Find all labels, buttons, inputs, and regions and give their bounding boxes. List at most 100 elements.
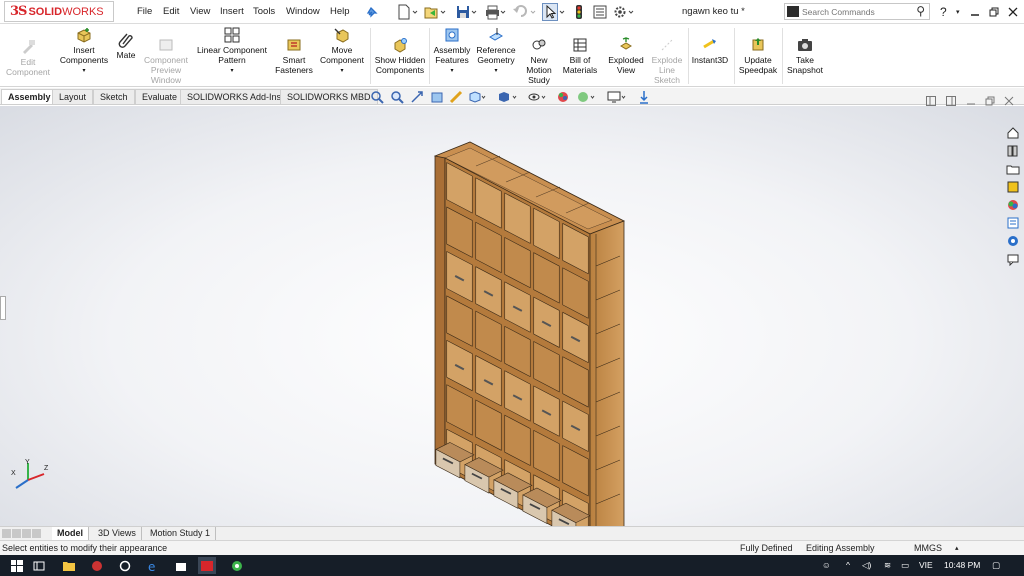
search-icon[interactable]: ⚲ [916,4,925,18]
tab-evaluate[interactable]: Evaluate [135,89,185,104]
graphics-area[interactable]: Y X Z [0,106,1024,526]
rebuild-traffic-light-icon[interactable] [573,3,585,21]
tab-solidworks-mbd[interactable]: SOLIDWORKS MBD [280,89,378,104]
dynamic-annotation-icon[interactable] [449,89,463,105]
cabinet-3d-model[interactable] [0,106,1024,526]
clock[interactable]: 10:48 PM [944,560,980,570]
view-orientation-icon[interactable] [468,89,486,105]
assembly-features-dropdown-chevron-icon[interactable]: ▾ [450,66,453,76]
document-tile-icon[interactable] [926,96,936,108]
edit-appearance-icon[interactable] [556,89,574,105]
view-palette-icon[interactable] [1004,178,1022,195]
hide-show-items-icon[interactable] [527,89,549,105]
menu-insert[interactable]: Insert [220,6,244,17]
pin-icon[interactable] [366,3,378,21]
document-tile-right-icon[interactable] [946,96,956,108]
store-icon[interactable] [172,557,190,574]
display-style-icon[interactable] [497,89,521,105]
chrome-like-app-icon[interactable] [228,557,246,574]
insert-components-dropdown-chevron-icon[interactable]: ▾ [82,66,85,76]
bill-of-materials-button[interactable]: Bill of Materials [560,37,600,75]
minimize-window-icon[interactable] [970,3,980,21]
input-language[interactable]: VIE [919,560,933,570]
zoom-to-fit-icon[interactable] [370,89,384,105]
smart-fasteners-button[interactable]: Smart Fasteners [272,37,316,75]
take-snapshot-button[interactable]: Take Snapshot [784,37,826,75]
file-explorer-icon[interactable] [60,557,78,574]
notifications-icon[interactable]: ▢ [992,560,1000,571]
show-hidden-components-button[interactable]: Show Hidden Components [373,37,427,75]
tab-sketch[interactable]: Sketch [93,89,135,104]
move-component-button[interactable]: Move Component ▾ [318,27,366,76]
network-wifi-icon[interactable]: ≋ [884,560,891,571]
previous-view-icon[interactable] [410,89,424,105]
tab-solidworks-add-ins[interactable]: SOLIDWORKS Add-Ins [180,89,289,104]
search-commands-box[interactable]: ⚲ [784,3,930,20]
menu-file[interactable]: File [137,6,152,17]
help-question-icon[interactable]: ? [940,3,947,21]
assembly-features-button[interactable]: Assembly Features ▾ [431,27,473,76]
apply-scene-icon[interactable] [576,89,598,105]
units-chevron-up-icon[interactable]: ▴ [955,544,959,552]
windows-start-icon[interactable] [8,557,26,574]
document-restore-icon[interactable] [985,96,995,108]
tab-layout[interactable]: Layout [52,89,94,104]
new-document-icon[interactable] [396,3,418,21]
search-commands-input[interactable] [802,5,907,18]
render-tools-icon[interactable] [637,89,651,105]
file-explorer-folder-icon[interactable] [1004,160,1022,177]
close-window-icon[interactable] [1008,3,1018,21]
design-library-icon[interactable] [1004,142,1022,159]
people-icon[interactable]: ☺ [822,560,831,570]
solidworks-resources-home-icon[interactable] [1004,124,1022,141]
edge-browser-icon[interactable]: e [144,557,162,574]
new-motion-study-button[interactable]: New Motion Study [520,37,558,85]
view-settings-monitor-icon[interactable] [607,89,629,105]
media-app-icon[interactable] [88,557,106,574]
menu-view[interactable]: View [190,6,210,17]
component-preview-window-button[interactable]: Component Preview Window [141,37,191,85]
status-units[interactable]: MMGS [914,543,942,553]
zoom-to-area-icon[interactable] [390,89,404,105]
battery-icon[interactable]: ▭ [901,560,909,571]
reference-geometry-button[interactable]: Reference Geometry ▾ [474,27,518,76]
document-minimize-icon[interactable] [966,96,976,108]
print-icon[interactable] [484,3,506,21]
menu-help[interactable]: Help [330,6,350,17]
undo-icon[interactable] [512,3,538,21]
tab-3d-views[interactable]: 3D Views [93,527,142,540]
select-pointer-icon[interactable] [542,3,566,21]
custom-properties-icon[interactable] [1004,214,1022,231]
save-icon[interactable] [455,3,477,21]
volume-speaker-icon[interactable]: ◁) [862,560,871,571]
solidworks-forum-icon[interactable] [1004,232,1022,249]
options-gear-icon[interactable] [612,3,636,21]
solidworks-logo[interactable]: 3S SOLIDWORKS [4,1,114,22]
update-speedpak-button[interactable]: Update Speedpak [736,37,780,75]
task-view-icon[interactable] [30,557,48,574]
menu-tools[interactable]: Tools [253,6,275,17]
menu-edit[interactable]: Edit [163,6,179,17]
tab-scroll-arrows[interactable] [2,529,41,538]
tab-motion-study-1[interactable]: Motion Study 1 [145,527,217,540]
show-hidden-tray-chevron-icon[interactable]: ^ [846,560,850,570]
camera-app-icon[interactable] [116,557,134,574]
explode-line-sketch-button[interactable]: Explode Line Sketch [648,37,686,85]
mate-button[interactable]: Mate [113,32,139,60]
linear-component-pattern-button[interactable]: Linear Component Pattern ▾ [194,27,270,76]
tab-assembly[interactable]: Assembly [1,89,58,104]
reference-geometry-dropdown-chevron-icon[interactable]: ▾ [494,66,497,76]
restore-window-icon[interactable] [989,3,999,21]
help-dropdown-chevron-icon[interactable]: ▾ [956,3,960,21]
edit-component-button[interactable]: Edit Component [6,39,50,77]
instant3d-button[interactable]: Instant3D [690,37,730,65]
tab-model[interactable]: Model [52,527,89,540]
linear-pattern-dropdown-chevron-icon[interactable]: ▾ [230,66,233,76]
move-component-dropdown-chevron-icon[interactable]: ▾ [340,66,343,76]
exploded-view-button[interactable]: Exploded View [604,37,648,75]
document-close-icon[interactable] [1004,96,1014,108]
comments-icon[interactable] [1004,250,1022,267]
open-document-icon[interactable] [424,3,446,21]
section-view-icon[interactable] [430,89,444,105]
solidworks-taskbar-icon[interactable] [198,557,216,574]
